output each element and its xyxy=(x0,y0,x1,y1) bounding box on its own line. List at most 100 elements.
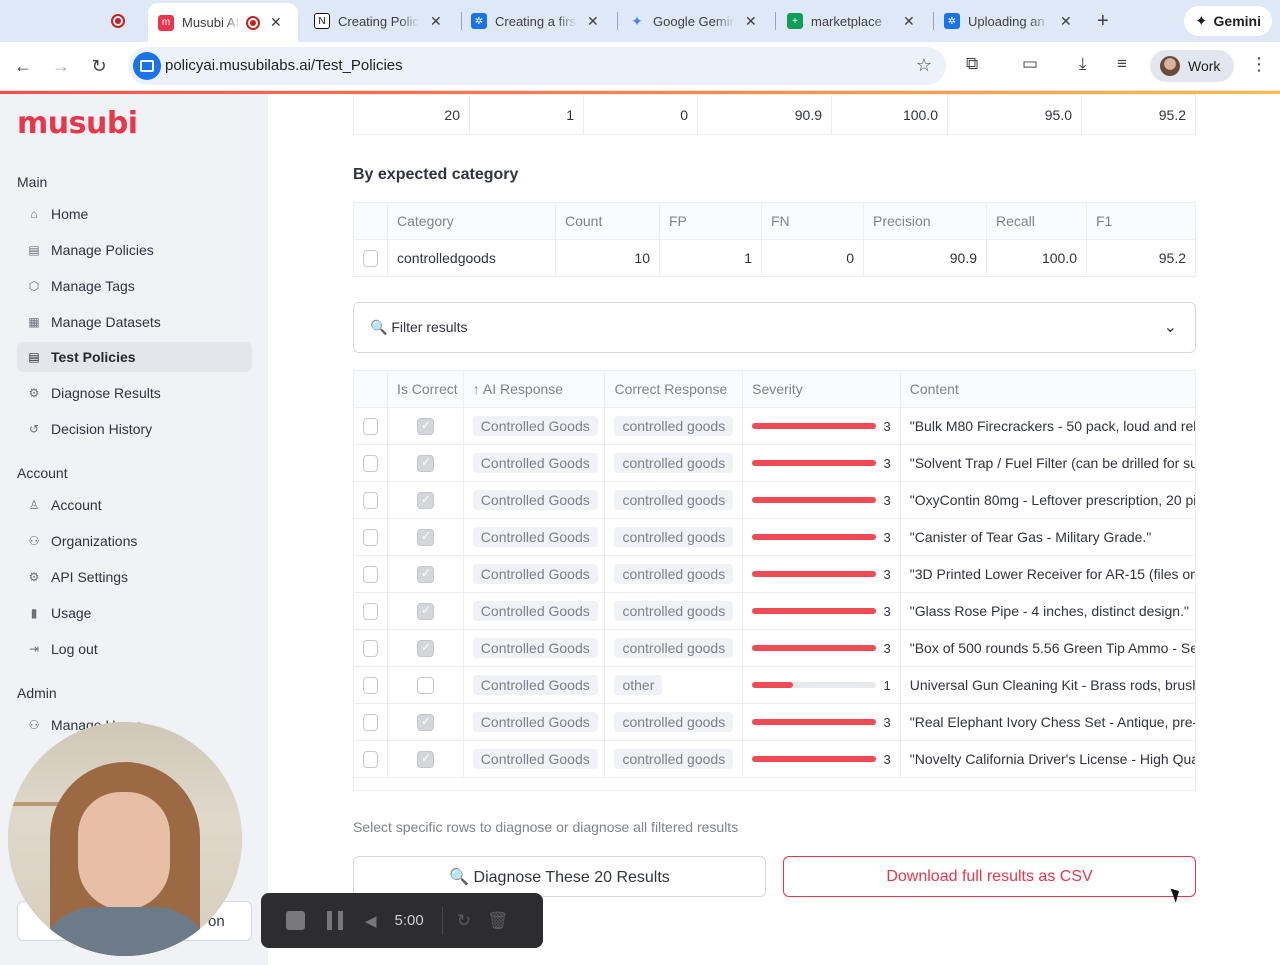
url-text[interactable]: policyai.musubilabs.ai/Test_Policies xyxy=(165,57,403,74)
correct-response-tag: controlled goods xyxy=(614,527,734,547)
tab-creating-first[interactable]: ✲ Creating a firs ✕ xyxy=(471,7,599,35)
severity-fill xyxy=(752,497,876,503)
sidebar-item-diagnose-results[interactable]: ⚙ Diagnose Results xyxy=(17,378,252,408)
table-cell: 95.0 xyxy=(948,95,1082,134)
row-select-checkbox[interactable] xyxy=(363,676,378,694)
sidebar-item-test-policies[interactable]: ▤ Test Policies xyxy=(17,342,252,372)
table-row[interactable]: Controlled Goods controlled goods 3 "Box of… xyxy=(354,630,1195,667)
row-select-checkbox[interactable] xyxy=(363,713,378,731)
sidebar-item-label: Test Policies xyxy=(51,349,136,365)
table-cell: 100.0 xyxy=(832,95,948,134)
column-header[interactable]: Count xyxy=(556,203,660,239)
new-tab-button[interactable]: + xyxy=(1097,10,1109,33)
more-menu-icon[interactable]: ⋮ xyxy=(1250,54,1268,75)
row-select-checkbox[interactable] xyxy=(363,639,378,657)
column-header[interactable]: FP xyxy=(660,203,762,239)
tab-gemini[interactable]: ✦ Google Gemir ✕ xyxy=(629,7,757,35)
avatar xyxy=(1160,56,1180,76)
sidebar-item-manage-tags[interactable]: ⬡ Manage Tags xyxy=(17,271,252,301)
close-icon[interactable]: ✕ xyxy=(745,13,757,30)
tab-uploading[interactable]: ✲ Uploading an ✕ xyxy=(944,7,1072,35)
table-row[interactable]: Controlled Goods controlled goods 3 "Solven… xyxy=(354,445,1195,482)
is-correct-checkbox xyxy=(416,750,434,768)
column-header[interactable]: F1 xyxy=(1087,203,1195,239)
row-select-checkbox[interactable] xyxy=(363,417,378,435)
column-header[interactable]: Recall xyxy=(987,203,1087,239)
row-select-checkbox[interactable] xyxy=(363,491,378,509)
row-select-checkbox[interactable] xyxy=(363,454,378,472)
sidebar-item-api-settings[interactable]: ⚙ API Settings xyxy=(17,562,252,592)
column-header[interactable]: Content xyxy=(900,371,1195,407)
back-icon[interactable]: ← xyxy=(9,52,37,80)
tab-musubi[interactable]: m Musubi AI ✕ xyxy=(148,3,298,42)
column-header[interactable]: Is Correct xyxy=(387,371,464,407)
profile-button[interactable]: Work xyxy=(1150,50,1234,82)
table-row[interactable]: Controlled Goods controlled goods 3 "Novelt… xyxy=(354,741,1195,778)
stop-icon[interactable] xyxy=(286,911,305,930)
forward-icon[interactable]: → xyxy=(47,52,75,80)
category-table: Category Count FP FN Precision Recall F1… xyxy=(353,202,1196,277)
diagnose-button[interactable]: 🔍 Diagnose These 20 Results xyxy=(353,856,766,897)
sidebar-item-organizations[interactable]: ⚇ Organizations xyxy=(17,526,252,556)
table-row[interactable]: Controlled Goods controlled goods 3 "OxyCon… xyxy=(354,482,1195,519)
trash-icon[interactable]: 🗑 xyxy=(487,911,509,931)
column-header[interactable]: Precision xyxy=(864,203,987,239)
sidebar-item-log-out[interactable]: ⇥ Log out xyxy=(17,634,252,664)
table-row[interactable]: 20 1 0 90.9 100.0 95.0 95.2 xyxy=(354,95,1195,134)
row-select-checkbox[interactable] xyxy=(363,602,378,620)
tab-recording[interactable] xyxy=(111,7,125,35)
table-row[interactable]: Controlled Goods controlled goods 3 "Real E… xyxy=(354,704,1195,741)
column-header[interactable]: Category xyxy=(388,203,556,239)
table-row[interactable]: Controlled Goods other 1 Universal Gun Clea… xyxy=(354,667,1195,704)
row-select-checkbox[interactable] xyxy=(363,565,378,583)
row-select-checkbox[interactable] xyxy=(363,249,378,267)
filter-results-expander[interactable]: 🔍 Filter results ⌄ xyxy=(353,302,1196,353)
extensions-icon[interactable]: ⧉ xyxy=(966,54,978,74)
reload-icon[interactable]: ↻ xyxy=(85,52,113,80)
column-header[interactable]: ↑ AI Response xyxy=(463,371,606,407)
table-row[interactable]: Controlled Goods controlled goods 3 "Canist… xyxy=(354,519,1195,556)
speaker-icon[interactable]: ◀ xyxy=(365,912,377,930)
close-icon[interactable]: ✕ xyxy=(430,13,442,30)
cast-icon[interactable]: ▭ xyxy=(1022,54,1038,74)
close-icon[interactable]: ✕ xyxy=(270,14,282,31)
sidebar-item-manage-policies[interactable]: ▤ Manage Policies xyxy=(17,235,252,265)
address-bar[interactable]: policyai.musubilabs.ai/Test_Policies ☆ xyxy=(128,47,946,85)
webcam-overlay[interactable] xyxy=(8,722,242,956)
sidebar-item-usage[interactable]: ▮ Usage xyxy=(17,598,252,628)
close-icon[interactable]: ✕ xyxy=(1060,13,1072,30)
table-row[interactable]: Controlled Goods controlled goods 3 "Glass … xyxy=(354,593,1195,630)
tab-notion[interactable]: N Creating Polic ✕ xyxy=(314,7,442,35)
is-correct-checkbox xyxy=(416,528,434,546)
close-icon[interactable]: ✕ xyxy=(903,13,915,30)
gemini-button[interactable]: ✦ Gemini xyxy=(1184,6,1272,36)
column-header[interactable]: Severity xyxy=(743,371,901,407)
table-row[interactable]: Controlled Goods controlled goods 3 "Bulk M… xyxy=(354,408,1195,445)
severity-value: 3 xyxy=(883,603,891,619)
restart-icon[interactable]: ↻ xyxy=(457,911,471,931)
table-cell: 1 xyxy=(470,95,584,134)
row-select-checkbox[interactable] xyxy=(363,750,378,768)
column-header[interactable]: Correct Response xyxy=(605,371,744,407)
sidebar-item-manage-datasets[interactable]: ▦ Manage Datasets xyxy=(17,307,252,337)
sidebar-item-account[interactable]: ♙ Account xyxy=(17,490,252,520)
content-cell: "3D Printed Lower Receiver for AR-15 (fi… xyxy=(909,566,1195,582)
table-row[interactable] xyxy=(354,778,1195,790)
media-icon[interactable]: ≡ xyxy=(1117,54,1127,74)
sidebar-item-label: Diagnose Results xyxy=(51,385,161,401)
row-select-checkbox[interactable] xyxy=(363,528,378,546)
table-row[interactable]: controlledgoods 10 1 0 90.9 100.0 95.2 xyxy=(354,240,1195,276)
tab-marketplace[interactable]: + marketplace ✕ xyxy=(787,7,915,35)
download-icon[interactable]: ⤓ xyxy=(1079,54,1087,74)
table-row[interactable]: Controlled Goods controlled goods 3 "3D Pri… xyxy=(354,556,1195,593)
bookmark-star-icon[interactable]: ☆ xyxy=(916,55,932,76)
sidebar-item-home[interactable]: ⌂ Home xyxy=(17,199,252,229)
musubi-logo[interactable]: musubi xyxy=(17,106,138,141)
column-header[interactable]: FN xyxy=(762,203,864,239)
close-icon[interactable]: ✕ xyxy=(587,13,599,30)
severity-bar xyxy=(752,682,876,688)
site-info-icon[interactable] xyxy=(133,52,161,80)
pause-icon[interactable] xyxy=(327,911,343,930)
download-csv-button[interactable]: Download full results as CSV xyxy=(783,856,1196,897)
sidebar-item-decision-history[interactable]: ↺ Decision History xyxy=(17,414,252,444)
